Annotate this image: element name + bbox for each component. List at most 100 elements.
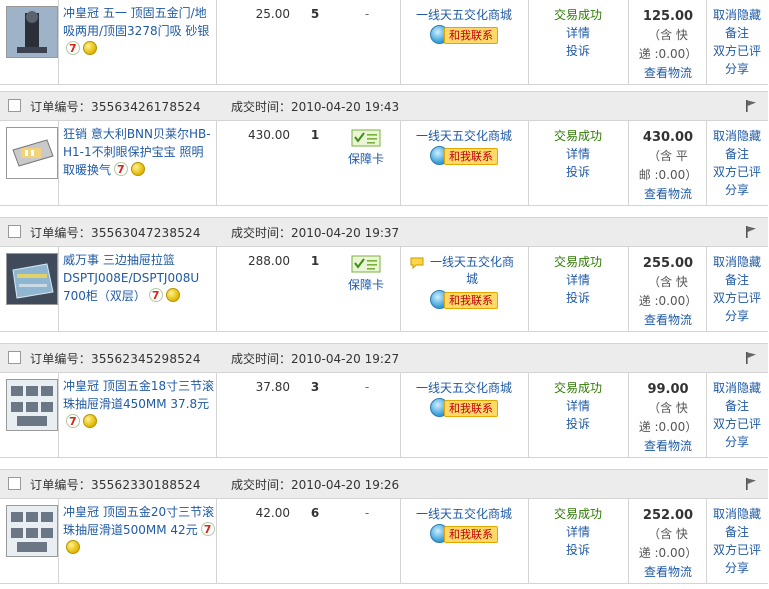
product-thumbnail[interactable] [6,253,58,305]
view-logistics-link[interactable]: 查看物流 [630,311,706,330]
product-title-text[interactable]: 冲皇冠 五一 顶固五金门/地吸两用/顶固3278门吸 砂银 [63,6,209,38]
both-reviewed-link[interactable]: 双方已评 [706,289,768,307]
share-link[interactable]: 分享 [706,307,768,325]
view-logistics-link[interactable]: 查看物流 [630,437,706,456]
order-row: 威万事 三边抽屉拉篮 DSPTJ008E/DSPTJ008U 700柜（双层） … [0,247,768,332]
seven-day-return-icon [148,287,163,305]
note-link[interactable]: 备注 [706,145,768,163]
order-select-checkbox[interactable] [8,99,21,112]
message-icon[interactable] [410,257,424,270]
order-row: 冲皇冠 顶固五金20寸三节滚珠抽屉滑道500MM 42元 42.00 6 - 一… [0,499,768,584]
seller-name[interactable]: 一线天五交化商城 [405,7,523,24]
deal-time: 成交时间：2010-04-20 19:43 [231,98,399,115]
product-title[interactable]: 威万事 三边抽屉拉篮 DSPTJ008E/DSPTJ008U 700柜（双层） [63,251,215,305]
shipping-note-1: （含 快 [648,527,688,541]
note-link[interactable]: 备注 [706,24,768,42]
contact-seller-button[interactable]: 和我联系 [430,146,498,165]
share-link[interactable]: 分享 [706,433,768,451]
note-link[interactable]: 备注 [706,397,768,415]
column-divider [216,247,217,331]
product-title[interactable]: 冲皇冠 顶固五金18寸三节滚珠抽屉滑道450MM 37.8元 [63,377,215,431]
complain-link[interactable]: 投诉 [540,289,616,307]
coin-icon [165,288,180,302]
seller-name[interactable]: 一线天五交化商城 [428,254,516,288]
view-logistics-link[interactable]: 查看物流 [630,64,706,83]
order-status: 交易成功 详情 投诉 [540,505,616,559]
product-thumbnail[interactable] [6,127,58,179]
order-header: 订单编号：35563047238524 成交时间：2010-04-20 19:3… [0,217,768,247]
order-detail-link[interactable]: 详情 [540,397,616,415]
deal-time-value: 2010-04-20 19:27 [291,352,400,366]
complain-link[interactable]: 投诉 [540,163,616,181]
order-detail-link[interactable]: 详情 [540,24,616,42]
share-link[interactable]: 分享 [706,181,768,199]
order-detail-link[interactable]: 详情 [540,271,616,289]
view-logistics-link[interactable]: 查看物流 [630,185,706,204]
both-reviewed-link[interactable]: 双方已评 [706,541,768,559]
seven-day-return-icon [114,161,129,179]
contact-seller-button[interactable]: 和我联系 [430,524,498,543]
order-select-checkbox[interactable] [8,477,21,490]
order-number: 订单编号：35562345298524 [30,350,201,367]
order-select-checkbox[interactable] [8,225,21,238]
flag-icon[interactable] [744,225,758,239]
total-amount: 255.00 [642,256,694,271]
note-link[interactable]: 备注 [706,271,768,289]
order-number-label: 订单编号： [30,226,92,240]
product-thumbnail[interactable] [6,379,58,431]
share-link[interactable]: 分享 [706,559,768,577]
complain-link[interactable]: 投诉 [540,541,616,559]
quantity: 3 [310,380,320,394]
product-title-text[interactable]: 冲皇冠 顶固五金18寸三节滚珠抽屉滑道450MM 37.8元 [63,379,214,411]
deal-time-value: 2010-04-20 19:26 [291,478,400,492]
column-divider [528,247,529,331]
product-title[interactable]: 冲皇冠 五一 顶固五金门/地吸两用/顶固3278门吸 砂银 [63,4,215,58]
flag-icon[interactable] [744,351,758,365]
guarantee-card[interactable]: 保障卡 [342,255,390,293]
deal-time-label: 成交时间： [231,352,292,366]
payment-summary: 255.00 （含 快 递 :0.00） 查看物流 [630,254,706,330]
product-thumbnail[interactable] [6,505,58,557]
view-logistics-link[interactable]: 查看物流 [630,563,706,582]
product-thumbnail[interactable] [6,6,58,58]
payment-summary: 99.00 （含 快 递 :0.00） 查看物流 [630,380,706,456]
seller-name[interactable]: 一线天五交化商城 [405,506,523,523]
flag-icon[interactable] [744,99,758,113]
cancel-hide-link[interactable]: 取消隐藏 [706,253,768,271]
guarantee-none: - [364,7,370,21]
order-number-value: 35562345298524 [91,352,201,366]
column-divider [628,247,629,331]
seller-name[interactable]: 一线天五交化商城 [405,380,523,397]
contact-seller-button[interactable]: 和我联系 [430,25,498,44]
contact-seller-button[interactable]: 和我联系 [430,290,498,309]
cancel-hide-link[interactable]: 取消隐藏 [706,127,768,145]
both-reviewed-link[interactable]: 双方已评 [706,42,768,60]
order-detail-link[interactable]: 详情 [540,145,616,163]
guarantee-card[interactable]: 保障卡 [342,129,390,167]
cancel-hide-link[interactable]: 取消隐藏 [706,379,768,397]
note-link[interactable]: 备注 [706,523,768,541]
cancel-hide-link[interactable]: 取消隐藏 [706,6,768,24]
order-select-checkbox[interactable] [8,351,21,364]
product-title-text[interactable]: 冲皇冠 顶固五金20寸三节滚珠抽屉滑道500MM 42元 [63,505,214,537]
flag-icon[interactable] [744,477,758,491]
seller-name[interactable]: 一线天五交化商城 [405,128,523,145]
quantity: 6 [310,506,320,520]
product-title[interactable]: 狂销 意大利BNN贝莱尔HB-H1-1不刺眼保护宝宝 照明取暖换气 [63,125,215,179]
both-reviewed-link[interactable]: 双方已评 [706,415,768,433]
status-success: 交易成功 [553,8,602,22]
product-title[interactable]: 冲皇冠 顶固五金20寸三节滚珠抽屉滑道500MM 42元 [63,503,215,557]
column-divider [400,0,401,84]
order-detail-link[interactable]: 详情 [540,523,616,541]
cancel-hide-link[interactable]: 取消隐藏 [706,505,768,523]
guarantee-card-label: 保障卡 [347,278,384,292]
column-divider [528,373,529,457]
complain-link[interactable]: 投诉 [540,42,616,60]
unit-price: 430.00 [248,128,290,142]
both-reviewed-link[interactable]: 双方已评 [706,163,768,181]
share-link[interactable]: 分享 [706,60,768,78]
order-operations: 取消隐藏 备注 双方已评 分享 [706,253,768,325]
contact-seller-button[interactable]: 和我联系 [430,398,498,417]
complain-link[interactable]: 投诉 [540,415,616,433]
order-operations: 取消隐藏 备注 双方已评 分享 [706,127,768,199]
